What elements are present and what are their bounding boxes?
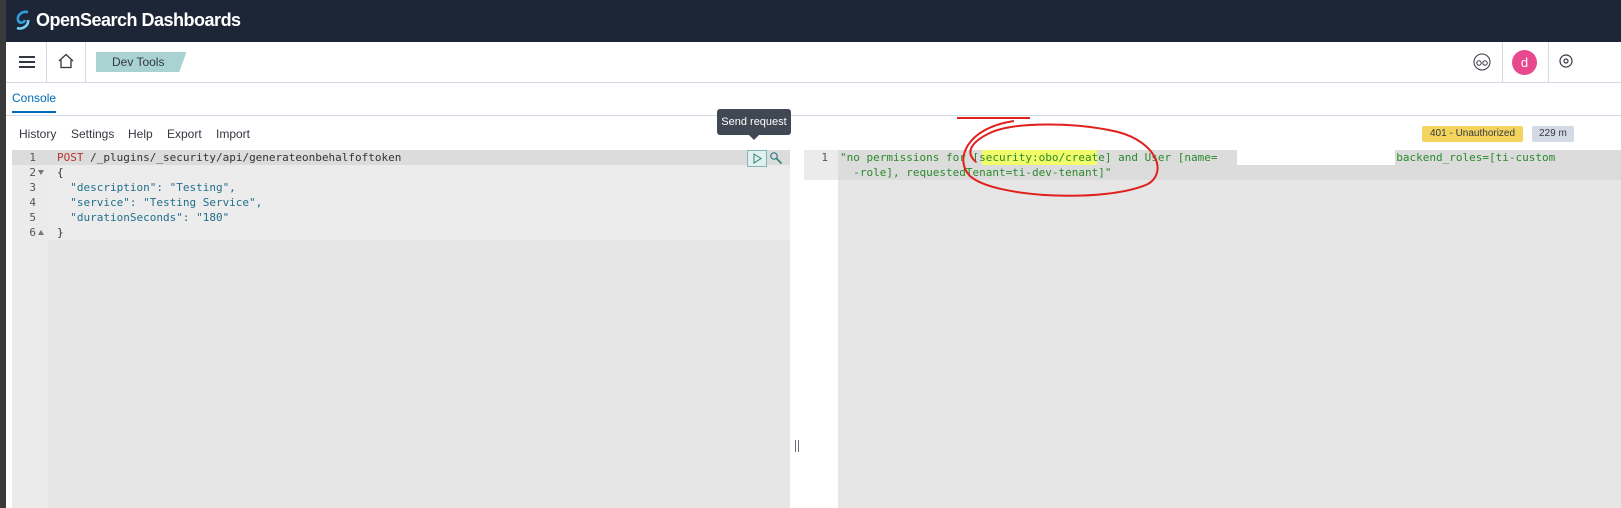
settings-button[interactable]: Settings bbox=[71, 127, 114, 141]
dev-tools-app: OpenSearch Dashboards Dev Tools d Consol… bbox=[6, 0, 1621, 508]
request-path: /_plugins/_security/api/generateonbehalf… bbox=[83, 151, 402, 164]
hamburger-menu-icon[interactable] bbox=[18, 53, 36, 71]
line-number: 5 bbox=[29, 211, 36, 224]
tab-bar: Console bbox=[6, 83, 1621, 116]
request-line: POST /_plugins/_security/api/generateonb… bbox=[57, 150, 401, 165]
output-gutter bbox=[804, 150, 838, 508]
panel-resize-handle[interactable] bbox=[790, 150, 804, 508]
request-body-line: "durationSeconds": "180" bbox=[57, 211, 230, 224]
history-button[interactable]: History bbox=[19, 127, 56, 141]
line-number: 4 bbox=[29, 196, 36, 209]
nav-divider bbox=[46, 42, 47, 82]
line-number: 1 bbox=[821, 151, 828, 164]
wrench-icon[interactable] bbox=[769, 151, 783, 165]
home-icon[interactable] bbox=[57, 52, 75, 70]
help-glasses-icon[interactable] bbox=[1472, 53, 1492, 71]
help-button[interactable]: Help bbox=[128, 127, 153, 141]
fold-toggle-icon[interactable] bbox=[38, 230, 44, 235]
response-line: -role], requestedTenant=ti-dev-tenant]" bbox=[840, 166, 1112, 179]
nav-bar: Dev Tools d bbox=[6, 42, 1621, 83]
brand-name: OpenSearch Dashboards bbox=[36, 9, 241, 30]
opensearch-logo-icon bbox=[16, 10, 30, 30]
status-badge: 401 - Unauthorized bbox=[1422, 126, 1524, 142]
line-number: 1 bbox=[29, 151, 36, 164]
request-body-line: { bbox=[57, 166, 64, 179]
header-bar: OpenSearch Dashboards bbox=[6, 0, 1621, 42]
user-avatar[interactable]: d bbox=[1512, 50, 1537, 75]
response-line: "no permissions for [security:obo/create… bbox=[840, 151, 1556, 164]
nav-divider bbox=[1502, 42, 1503, 82]
line-number: 3 bbox=[29, 181, 36, 194]
brand-logo[interactable]: OpenSearch Dashboards bbox=[14, 9, 241, 31]
send-request-play-icon[interactable] bbox=[747, 150, 767, 167]
redaction-box bbox=[1237, 150, 1395, 165]
fold-toggle-icon[interactable] bbox=[38, 170, 44, 175]
nav-divider bbox=[1548, 42, 1549, 82]
request-editor[interactable]: 1 2 3 4 5 6 POST /_plugins/_security/api… bbox=[12, 150, 790, 508]
play-icon bbox=[753, 153, 762, 164]
response-time-badge: 229 m bbox=[1532, 126, 1574, 142]
nav-divider bbox=[85, 42, 86, 82]
request-body-line: } bbox=[57, 226, 64, 239]
console-toolbar: History Settings Help Export Import bbox=[6, 116, 1621, 150]
line-number: 6 bbox=[29, 226, 36, 239]
send-request-tooltip: Send request bbox=[717, 109, 791, 140]
line-number: 2 bbox=[29, 166, 36, 179]
request-body-line: "description": "Testing", bbox=[57, 181, 236, 194]
tab-console[interactable]: Console bbox=[12, 91, 57, 113]
settings-gear-icon[interactable] bbox=[1558, 53, 1574, 69]
request-body-line: "service": "Testing Service", bbox=[57, 196, 263, 209]
export-button[interactable]: Export bbox=[167, 127, 202, 141]
import-button[interactable]: Import bbox=[216, 127, 250, 141]
breadcrumb-dev-tools[interactable]: Dev Tools bbox=[96, 52, 187, 72]
response-output[interactable]: 1 "no permissions for [security:obo/crea… bbox=[804, 150, 1621, 508]
resize-grip-icon bbox=[794, 440, 800, 452]
request-method: POST bbox=[57, 151, 84, 164]
